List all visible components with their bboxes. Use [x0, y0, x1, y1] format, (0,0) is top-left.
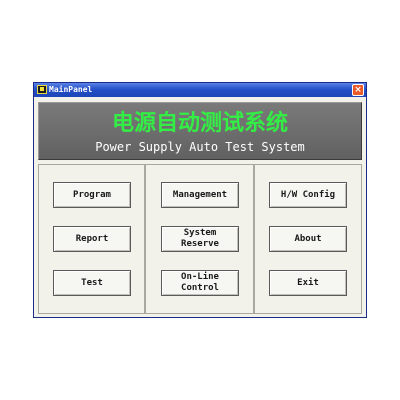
header-title-en: Power Supply Auto Test System	[95, 140, 305, 154]
program-button[interactable]: Program	[53, 182, 131, 208]
exit-button[interactable]: Exit	[269, 270, 347, 296]
hw-config-button[interactable]: H/W Config	[269, 182, 347, 208]
main-panel-window: MainPanel × 电源自动测试系统 Power Supply Auto T…	[33, 82, 367, 318]
about-button[interactable]: About	[269, 226, 347, 252]
header-banner: 电源自动测试系统 Power Supply Auto Test System	[38, 102, 362, 160]
test-button[interactable]: Test	[53, 270, 131, 296]
right-panel: H/W Config About Exit	[254, 164, 362, 314]
header-title-cn: 电源自动测试系统	[111, 110, 288, 136]
close-icon[interactable]: ×	[352, 84, 364, 96]
app-icon	[37, 85, 47, 94]
title-bar[interactable]: MainPanel ×	[34, 83, 366, 97]
management-button[interactable]: Management	[161, 182, 239, 208]
system-reserve-button[interactable]: System Reserve	[161, 226, 239, 252]
middle-panel: Management System Reserve On-Line Contro…	[145, 164, 254, 314]
left-panel: Program Report Test	[38, 164, 145, 314]
report-button[interactable]: Report	[53, 226, 131, 252]
window-title: MainPanel	[49, 85, 93, 94]
online-control-button[interactable]: On-Line Control	[161, 270, 239, 296]
